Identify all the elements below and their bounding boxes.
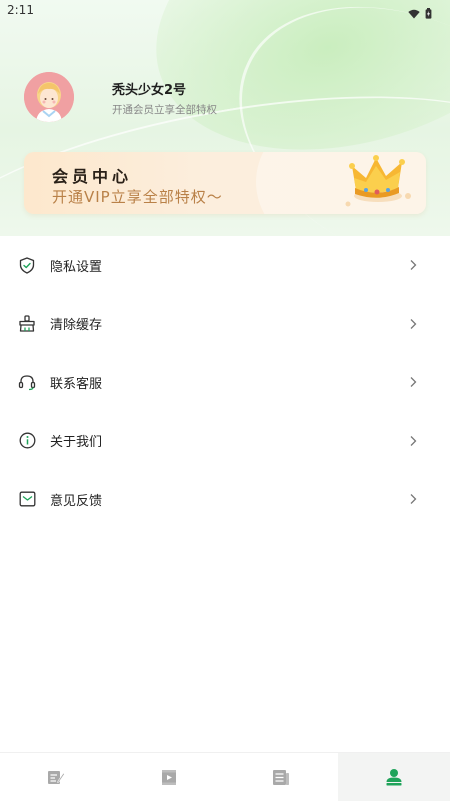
chevron-right-icon bbox=[409, 493, 417, 505]
vip-center-banner[interactable]: 会员中心 开通VIP立享全部特权～ bbox=[24, 152, 426, 214]
chevron-right-icon bbox=[409, 318, 417, 330]
battery-icon bbox=[425, 4, 432, 23]
edit-note-icon bbox=[47, 769, 65, 785]
bottom-navigation bbox=[0, 752, 450, 801]
headset-icon bbox=[18, 373, 36, 391]
girl-avatar-icon bbox=[24, 72, 74, 122]
settings-menu: 隐私设置 清除缓存 联系客服 关于我们 意见反馈 bbox=[0, 236, 450, 529]
menu-item-label: 联系客服 bbox=[50, 373, 102, 392]
menu-item-clear-cache[interactable]: 清除缓存 bbox=[0, 295, 450, 354]
video-icon bbox=[161, 769, 177, 786]
status-bar: 2:11 bbox=[0, 0, 450, 22]
tab-edit[interactable] bbox=[0, 753, 113, 801]
chevron-right-icon bbox=[409, 435, 417, 447]
menu-item-label: 隐私设置 bbox=[50, 256, 102, 275]
wifi-icon bbox=[408, 4, 420, 23]
menu-item-label: 清除缓存 bbox=[50, 314, 102, 333]
chevron-right-icon bbox=[409, 259, 417, 271]
menu-item-contact-support[interactable]: 联系客服 bbox=[0, 353, 450, 412]
crown-icon bbox=[342, 152, 418, 212]
menu-item-privacy-settings[interactable]: 隐私设置 bbox=[0, 236, 450, 295]
menu-item-about-us[interactable]: 关于我们 bbox=[0, 412, 450, 471]
tab-profile[interactable] bbox=[338, 753, 450, 801]
shield-check-icon bbox=[18, 256, 36, 274]
menu-item-label: 意见反馈 bbox=[50, 490, 102, 509]
username[interactable]: 秃头少女2号 bbox=[112, 79, 186, 98]
tab-video[interactable] bbox=[113, 753, 226, 801]
avatar[interactable] bbox=[24, 72, 74, 122]
broom-icon bbox=[18, 315, 36, 333]
menu-item-label: 关于我们 bbox=[50, 431, 102, 450]
chevron-right-icon bbox=[409, 376, 417, 388]
status-time: 2:11 bbox=[7, 3, 34, 17]
menu-item-feedback[interactable]: 意见反馈 bbox=[0, 470, 450, 529]
feedback-icon bbox=[18, 490, 36, 508]
info-icon bbox=[18, 432, 36, 450]
profile-subtitle: 开通会员立享全部特权 bbox=[112, 102, 217, 117]
vip-title: 会员中心 bbox=[52, 163, 132, 187]
document-icon bbox=[272, 769, 290, 786]
profile-icon bbox=[385, 768, 403, 786]
tab-document[interactable] bbox=[225, 753, 338, 801]
vip-subtitle: 开通VIP立享全部特权～ bbox=[52, 186, 223, 207]
